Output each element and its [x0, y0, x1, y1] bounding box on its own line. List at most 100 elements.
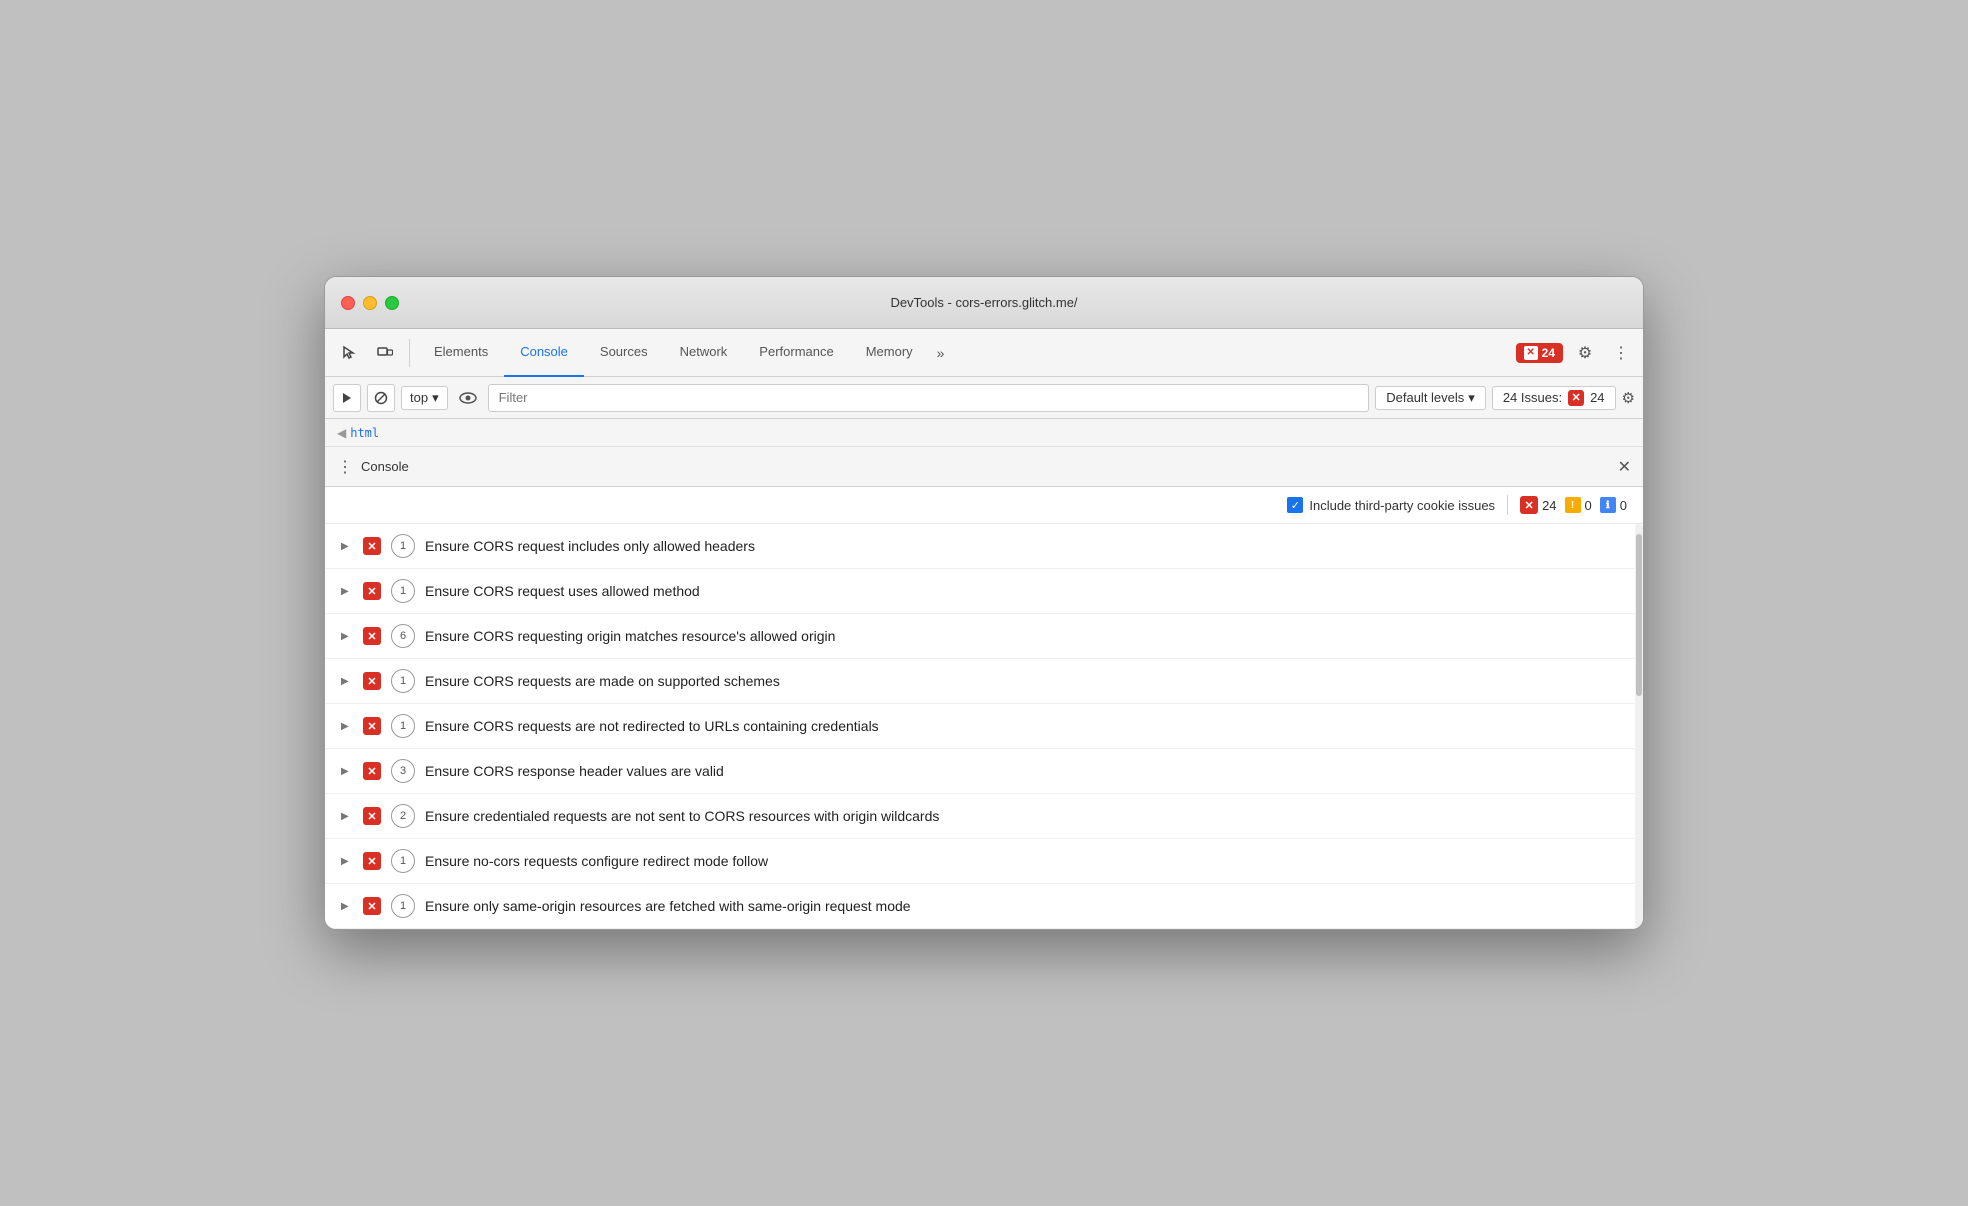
issue-count-badge: 1 [391, 894, 415, 918]
expand-arrow-icon: ▶ [341, 856, 353, 867]
scrollbar-thumb[interactable] [1636, 534, 1642, 696]
issues-list-container: ▶ ✕ 1 Ensure CORS request includes only … [325, 524, 1643, 929]
issue-row[interactable]: ▶ ✕ 3 Ensure CORS response header values… [325, 749, 1643, 794]
issues-options-bar: ✓ Include third-party cookie issues ✕ 24… [325, 487, 1643, 524]
issue-text: Ensure CORS requests are not redirected … [425, 718, 879, 734]
tab-console[interactable]: Console [504, 329, 584, 377]
issue-row[interactable]: ▶ ✕ 2 Ensure credentialed requests are n… [325, 794, 1643, 839]
issue-row[interactable]: ▶ ✕ 1 Ensure CORS request includes only … [325, 524, 1643, 569]
issues-panel: ✓ Include third-party cookie issues ✕ 24… [325, 487, 1643, 929]
expand-arrow-icon: ▶ [341, 901, 353, 912]
main-toolbar: Elements Console Sources Network Perform… [325, 329, 1643, 377]
block-icon [374, 391, 388, 405]
error-icon: ✕ [363, 897, 381, 915]
issue-count-badge: 3 [391, 759, 415, 783]
device-toolbar-button[interactable] [369, 337, 401, 369]
issue-row[interactable]: ▶ ✕ 1 Ensure CORS request uses allowed m… [325, 569, 1643, 614]
info-count-item: ℹ 0 [1600, 497, 1627, 513]
error-icon: ✕ [363, 762, 381, 780]
issue-count-badge: 6 [391, 624, 415, 648]
levels-dropdown[interactable]: Default levels ▾ [1375, 386, 1486, 410]
inspect-element-button[interactable] [333, 337, 365, 369]
tab-memory[interactable]: Memory [850, 329, 929, 377]
error-count-badge[interactable]: ✕ 24 [1516, 343, 1563, 363]
play-icon [340, 391, 354, 405]
drawer: ⋮ Console ✕ ✓ Include third-party cookie… [325, 447, 1643, 929]
issue-text: Ensure only same-origin resources are fe… [425, 898, 911, 914]
drawer-title: Console [361, 459, 1610, 474]
context-selector[interactable]: top ▾ [401, 386, 448, 410]
eye-button[interactable] [454, 384, 482, 412]
issue-count-badge: 1 [391, 849, 415, 873]
issue-text: Ensure CORS requests are made on support… [425, 673, 780, 689]
error-icon: ✕ [363, 717, 381, 735]
checkbox-checked-icon: ✓ [1287, 497, 1303, 513]
error-count-icon: ✕ [1520, 496, 1538, 514]
more-options-icon[interactable]: ⋮ [1607, 339, 1635, 367]
error-icon: ✕ [1524, 346, 1538, 360]
breadcrumb-arrow-icon: ◀ [337, 426, 346, 440]
tab-network[interactable]: Network [664, 329, 744, 377]
issues-error-icon: ✕ [1568, 390, 1584, 406]
issue-text: Ensure CORS request uses allowed method [425, 583, 700, 599]
issue-text: Ensure credentialed requests are not sen… [425, 808, 939, 824]
warn-count-item: ! 0 [1565, 497, 1592, 513]
tab-overflow-button[interactable]: » [929, 345, 953, 361]
drawer-header: ⋮ Console ✕ [325, 447, 1643, 487]
tab-performance[interactable]: Performance [743, 329, 849, 377]
expand-arrow-icon: ▶ [341, 811, 353, 822]
eye-icon [459, 392, 477, 404]
error-icon: ✕ [363, 672, 381, 690]
error-icon: ✕ [363, 537, 381, 555]
traffic-lights [341, 296, 399, 310]
issue-count-badge: 1 [391, 579, 415, 603]
expand-arrow-icon: ▶ [341, 586, 353, 597]
error-icon: ✕ [363, 852, 381, 870]
toolbar-right: ✕ 24 ⚙ ⋮ [1516, 339, 1635, 367]
issue-row[interactable]: ▶ ✕ 1 Ensure only same-origin resources … [325, 884, 1643, 929]
tab-nav: Elements Console Sources Network Perform… [418, 329, 1512, 377]
window-title: DevTools - cors-errors.glitch.me/ [890, 295, 1077, 310]
issue-row[interactable]: ▶ ✕ 1 Ensure CORS requests are not redir… [325, 704, 1643, 749]
breadcrumb-text[interactable]: html [350, 426, 379, 440]
responsive-icon [377, 345, 393, 361]
expand-arrow-icon: ▶ [341, 766, 353, 777]
block-button[interactable] [367, 384, 395, 412]
drawer-close-button[interactable]: ✕ [1618, 457, 1631, 477]
console-settings-icon[interactable]: ⚙ [1622, 389, 1635, 407]
issue-count-badge: 1 [391, 669, 415, 693]
issue-text: Ensure CORS request includes only allowe… [425, 538, 755, 554]
count-group: ✕ 24 ! 0 ℹ 0 [1520, 496, 1627, 514]
issue-text: Ensure CORS response header values are v… [425, 763, 724, 779]
issue-row[interactable]: ▶ ✕ 6 Ensure CORS requesting origin matc… [325, 614, 1643, 659]
title-bar: DevTools - cors-errors.glitch.me/ [325, 277, 1643, 329]
settings-icon[interactable]: ⚙ [1571, 339, 1599, 367]
issues-list: ▶ ✕ 1 Ensure CORS request includes only … [325, 524, 1643, 929]
close-button[interactable] [341, 296, 355, 310]
third-party-cookie-checkbox[interactable]: ✓ Include third-party cookie issues [1287, 497, 1495, 513]
toolbar-separator [409, 339, 410, 367]
warn-icon: ! [1565, 497, 1581, 513]
filter-input[interactable] [488, 384, 1370, 412]
issue-count-badge: 1 [391, 534, 415, 558]
clear-console-button[interactable] [333, 384, 361, 412]
error-count-item: ✕ 24 [1520, 496, 1556, 514]
breadcrumb: ◀ html [325, 419, 1643, 447]
issues-badge[interactable]: 24 Issues: ✕ 24 [1492, 386, 1616, 410]
tab-sources[interactable]: Sources [584, 329, 664, 377]
cursor-icon [341, 345, 357, 361]
console-toolbar: top ▾ Default levels ▾ 24 Issues: ✕ 24 ⚙ [325, 377, 1643, 419]
drawer-menu-icon[interactable]: ⋮ [337, 457, 353, 477]
issue-text: Ensure no-cors requests configure redire… [425, 853, 768, 869]
error-icon: ✕ [363, 807, 381, 825]
error-icon: ✕ [363, 627, 381, 645]
expand-arrow-icon: ▶ [341, 676, 353, 687]
issue-row[interactable]: ▶ ✕ 1 Ensure CORS requests are made on s… [325, 659, 1643, 704]
minimize-button[interactable] [363, 296, 377, 310]
maximize-button[interactable] [385, 296, 399, 310]
scrollbar-track[interactable] [1635, 524, 1643, 929]
tab-elements[interactable]: Elements [418, 329, 504, 377]
issue-text: Ensure CORS requesting origin matches re… [425, 628, 835, 644]
issue-row[interactable]: ▶ ✕ 1 Ensure no-cors requests configure … [325, 839, 1643, 884]
issue-count-badge: 2 [391, 804, 415, 828]
